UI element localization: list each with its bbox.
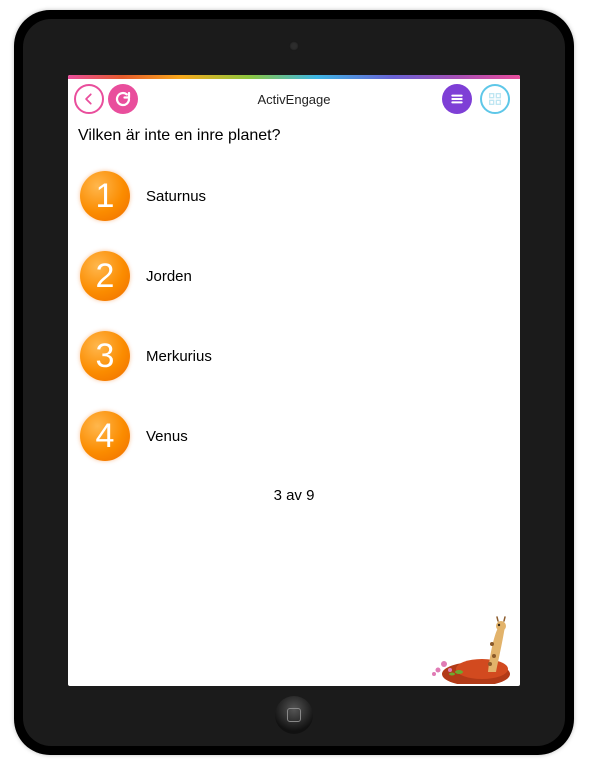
back-arrow-icon [82, 92, 96, 106]
device-home-button[interactable] [275, 696, 313, 734]
front-camera [289, 41, 299, 51]
top-bar: ActivEngage [68, 79, 520, 119]
option-1-number: 1 [80, 171, 130, 221]
question-text: Vilken är inte en inre planet? [78, 127, 510, 145]
progress-text: 3 av 9 [78, 487, 510, 504]
option-1[interactable]: 1 Saturnus [80, 171, 510, 221]
option-4-number: 4 [80, 411, 130, 461]
reload-button[interactable] [108, 84, 138, 114]
back-button[interactable] [74, 84, 104, 114]
option-3[interactable]: 3 Merkurius [80, 331, 510, 381]
home-button-disabled [480, 84, 510, 114]
app-screen: ActivEngage Vilken är inte en inre plane… [68, 75, 520, 686]
option-4-label: Venus [146, 428, 188, 445]
options-list: 1 Saturnus 2 Jorden 3 Merkurius 4 Venus [78, 171, 510, 461]
option-2[interactable]: 2 Jorden [80, 251, 510, 301]
tablet-bezel: ActivEngage Vilken är inte en inre plane… [23, 19, 565, 746]
giraffe-illustration [404, 614, 514, 684]
home-square-icon [287, 708, 301, 722]
option-2-label: Jorden [146, 268, 192, 285]
option-1-label: Saturnus [146, 188, 206, 205]
reload-icon [114, 90, 132, 108]
option-2-number: 2 [80, 251, 130, 301]
menu-button[interactable] [442, 84, 472, 114]
tablet-frame: ActivEngage Vilken är inte en inre plane… [14, 10, 574, 755]
grid-icon [487, 91, 503, 107]
option-3-label: Merkurius [146, 348, 212, 365]
list-icon [449, 91, 465, 107]
option-4[interactable]: 4 Venus [80, 411, 510, 461]
question-area: Vilken är inte en inre planet? 1 Saturnu… [68, 119, 520, 686]
option-3-number: 3 [80, 331, 130, 381]
